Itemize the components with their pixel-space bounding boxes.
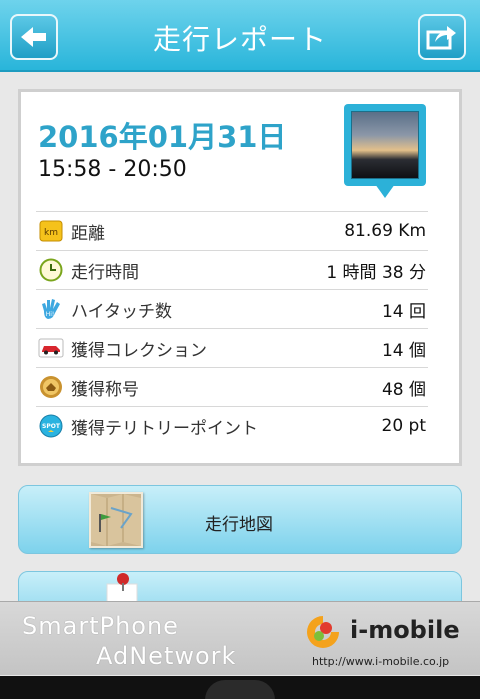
stat-label: 獲得コレクション (71, 340, 207, 361)
app-header: 走行レポート (0, 0, 480, 72)
photo-pin-pointer (375, 184, 395, 198)
medal-icon (38, 374, 64, 400)
stat-value: 81.69 Km (344, 221, 426, 241)
spot-icon-text: SPOT (42, 423, 61, 430)
car-icon (38, 335, 64, 361)
ad-banner[interactable]: SmartPhone AdNetwork i-mobile http://www… (0, 601, 480, 675)
stat-row-high-touch: Hi! ハイタッチ数 14 回 (36, 289, 428, 328)
stat-value: 1 時間 38 分 (326, 262, 426, 283)
drive-map-label: 走行地図 (205, 515, 273, 535)
km-icon: km (38, 218, 64, 244)
km-icon-text: km (44, 228, 58, 238)
stat-row-territory: SPOT 獲得テリトリーポイント 20 pt (36, 406, 428, 445)
drive-photo (351, 111, 419, 179)
drive-map-button[interactable]: 走行地図 (18, 485, 462, 554)
ad-url: http://www.i-mobile.co.jp (312, 655, 450, 668)
stat-value: 14 回 (381, 301, 426, 322)
report-time-range: 15:58 - 20:50 (38, 157, 187, 182)
i-mobile-logo-icon (307, 616, 339, 648)
spot-icon: SPOT (38, 413, 64, 439)
map-icon (89, 492, 143, 548)
ad-brand: i-mobile (350, 616, 460, 644)
stat-row-drive-time: 走行時間 1 時間 38 分 (36, 250, 428, 289)
stat-label: ハイタッチ数 (71, 301, 172, 322)
share-icon (426, 26, 456, 50)
stat-row-collection: 獲得コレクション 14 個 (36, 328, 428, 367)
page-title: 走行レポート (152, 23, 327, 56)
hi5-icon-text: Hi! (46, 311, 55, 318)
share-button[interactable] (418, 14, 466, 60)
report-card: 2016年01月31日 15:58 - 20:50 km 距離 81.69 Km… (18, 89, 462, 466)
stat-label: 距離 (71, 223, 105, 244)
ad-text-line1: SmartPhone (22, 612, 179, 640)
nav-handle[interactable] (205, 680, 275, 699)
stat-row-distance: km 距離 81.69 Km (36, 211, 428, 250)
ad-text-line2: AdNetwork (96, 642, 237, 670)
report-date: 2016年01月31日 (38, 120, 287, 154)
system-nav-bar (0, 676, 480, 699)
stat-value: 20 pt (381, 416, 427, 436)
photo-thumbnail[interactable] (344, 104, 426, 198)
stat-label: 獲得テリトリーポイント (71, 418, 258, 439)
map-pin-icon (106, 573, 138, 602)
stat-label: 獲得称号 (71, 379, 139, 400)
stat-value: 14 個 (381, 340, 426, 361)
clock-icon (38, 257, 64, 283)
stat-label: 走行時間 (71, 262, 139, 283)
hi5-icon: Hi! (38, 296, 64, 322)
stat-row-titles: 獲得称号 48 個 (36, 367, 428, 406)
stat-value: 48 個 (381, 379, 426, 400)
